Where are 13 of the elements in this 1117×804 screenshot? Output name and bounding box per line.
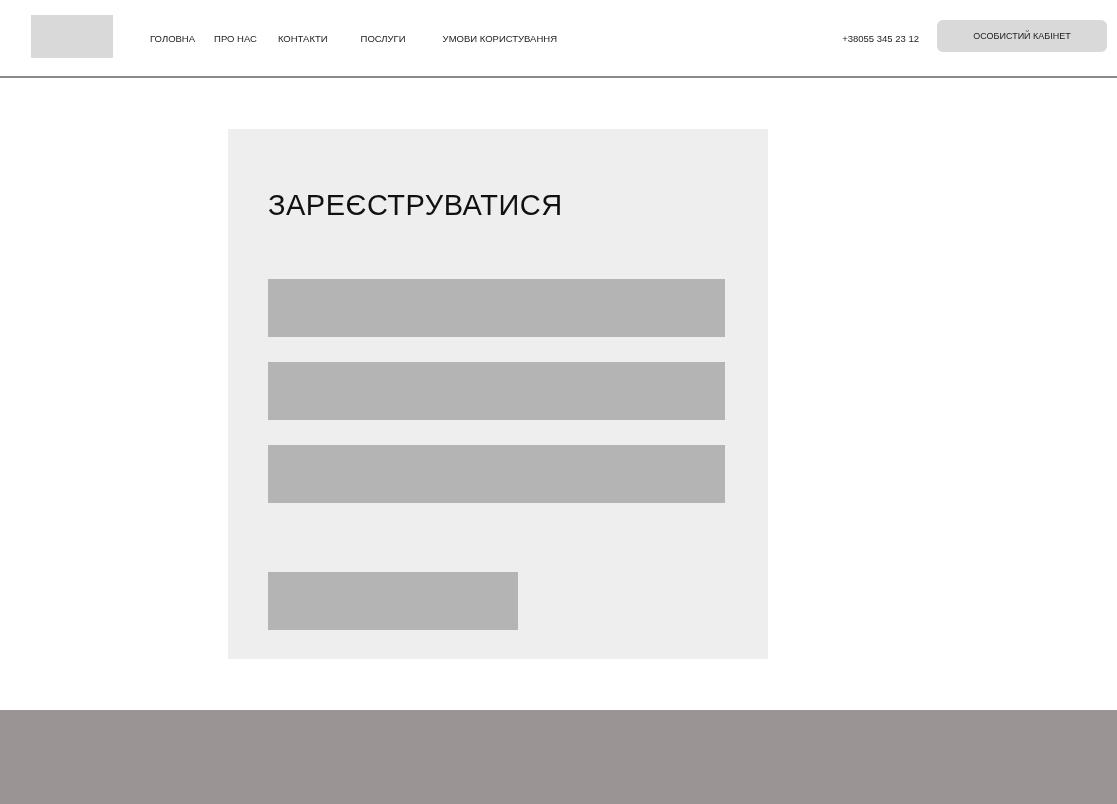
nav-link[interactable]: ГОЛОВНА	[150, 32, 196, 44]
submit-button[interactable]	[268, 572, 518, 630]
nav-link[interactable]: УМОВИ КОРИСТУВАННЯ	[442, 32, 558, 44]
input-field[interactable]	[268, 362, 725, 420]
nav-link[interactable]: ПРО НАС	[214, 32, 257, 44]
input-field[interactable]	[268, 445, 725, 503]
nav-link[interactable]: КОНТАКТИ	[277, 32, 328, 44]
account-button[interactable]: ОСОБИСТИЙ КАБІНЕТ	[937, 20, 1107, 52]
phone-number: +38055 345 23 12	[842, 32, 919, 44]
form-title: ЗАРЕЄСТРУВАТИСЯ	[268, 189, 564, 222]
input-field[interactable]	[268, 279, 725, 337]
logo-placeholder[interactable]	[31, 14, 113, 58]
nav-link[interactable]: ПОСЛУГИ	[360, 32, 406, 44]
